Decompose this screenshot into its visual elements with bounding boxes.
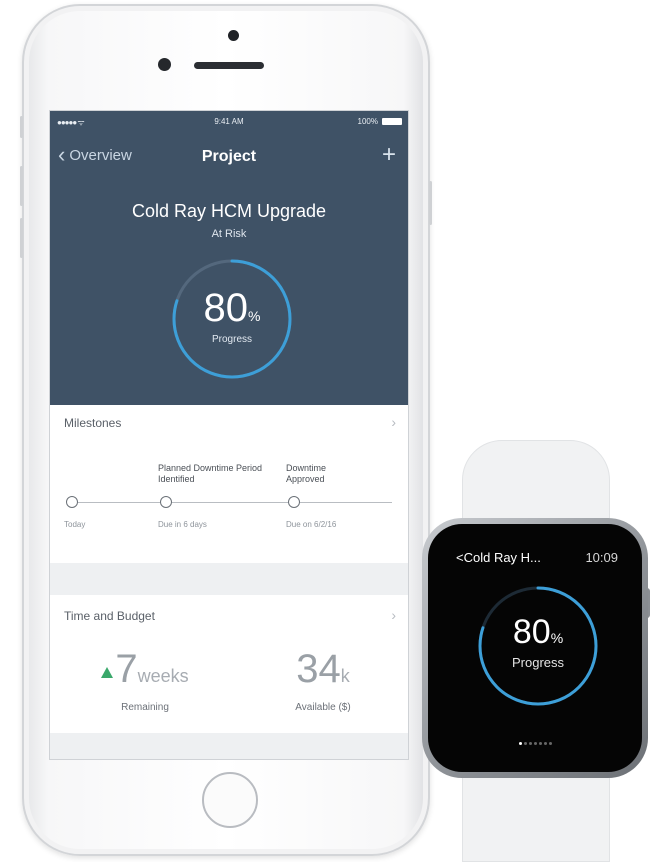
front-camera	[158, 58, 171, 71]
trend-up-icon	[101, 667, 114, 678]
status-time: 9:41 AM	[214, 117, 244, 126]
navigation-bar: ‹ Overview Project +	[50, 141, 408, 171]
milestone-node[interactable]	[288, 496, 300, 508]
milestone-timeline	[72, 502, 392, 503]
phone-screen: ●●●●● ᯤ 9:41 AM 100% ‹ Overview Project …	[49, 110, 409, 760]
page-dot	[543, 742, 547, 745]
watch-back-title[interactable]: <Cold Ray H...	[456, 550, 541, 565]
project-status: At Risk	[211, 228, 247, 240]
milestone-due: Due on 6/2/16	[286, 520, 337, 529]
watch-band-top	[462, 440, 610, 530]
project-name: Cold Ray HCM Upgrade	[131, 201, 327, 221]
page-dot	[548, 742, 552, 745]
status-bar: ●●●●● ᯤ 9:41 AM 100%	[50, 117, 408, 129]
power-button	[429, 181, 432, 225]
page-dot	[518, 742, 522, 745]
progress-label: Progress	[211, 334, 252, 345]
milestone-due: Today	[64, 520, 86, 529]
watch-time: 10:09	[585, 550, 618, 565]
page-dot	[528, 742, 532, 745]
available-metric: 34k Available ($)	[268, 649, 378, 713]
chevron-right-icon: ›	[391, 607, 396, 623]
remaining-label: Remaining	[121, 702, 169, 713]
home-button[interactable]	[202, 772, 258, 828]
time-budget-title: Time and Budget	[64, 609, 155, 623]
milestone-title: Downtime Approved	[286, 463, 327, 484]
watch-progress-label: Progress	[511, 655, 565, 670]
remaining-value: 7weeks	[90, 649, 200, 696]
volume-down-button	[20, 218, 23, 258]
section-divider	[50, 563, 408, 595]
remaining-metric: 7weeks Remaining	[90, 649, 200, 713]
watch-band-bottom	[462, 770, 610, 862]
mute-switch	[20, 116, 23, 138]
page-dot	[533, 742, 537, 745]
page-dot	[523, 742, 527, 745]
project-header: ●●●●● ᯤ 9:41 AM 100% ‹ Overview Project …	[50, 111, 408, 405]
add-button[interactable]: +	[382, 141, 396, 169]
front-sensor	[228, 30, 239, 41]
nav-title: Project	[201, 148, 257, 165]
watch-progress-ring: 80% Progress	[477, 585, 599, 707]
milestones-title: Milestones	[64, 416, 122, 430]
watch-progress-value: 80%	[512, 613, 564, 651]
milestone-title: Planned Downtime Period Identified	[158, 463, 263, 484]
available-value: 34k	[296, 647, 350, 691]
battery-icon	[382, 118, 402, 125]
milestone-due: Due in 6 days	[158, 520, 207, 529]
page-indicator	[428, 732, 642, 750]
iphone-device: ●●●●● ᯤ 9:41 AM 100% ‹ Overview Project …	[20, 4, 432, 856]
earpiece-speaker	[194, 62, 264, 69]
milestone-node[interactable]	[160, 496, 172, 508]
apple-watch: <Cold Ray H... 10:09 80% Progress	[422, 518, 648, 778]
progress-ring: 80% Progress	[171, 258, 293, 380]
progress-value: 80%	[203, 286, 261, 330]
available-label: Available ($)	[295, 702, 351, 713]
page-dot	[538, 742, 542, 745]
battery-percent: 100%	[357, 117, 378, 126]
milestone-node[interactable]	[66, 496, 78, 508]
bottom-spacer	[50, 733, 408, 759]
chevron-right-icon: ›	[391, 414, 396, 430]
watch-screen: <Cold Ray H... 10:09 80% Progress	[428, 524, 642, 772]
volume-up-button	[20, 166, 23, 206]
